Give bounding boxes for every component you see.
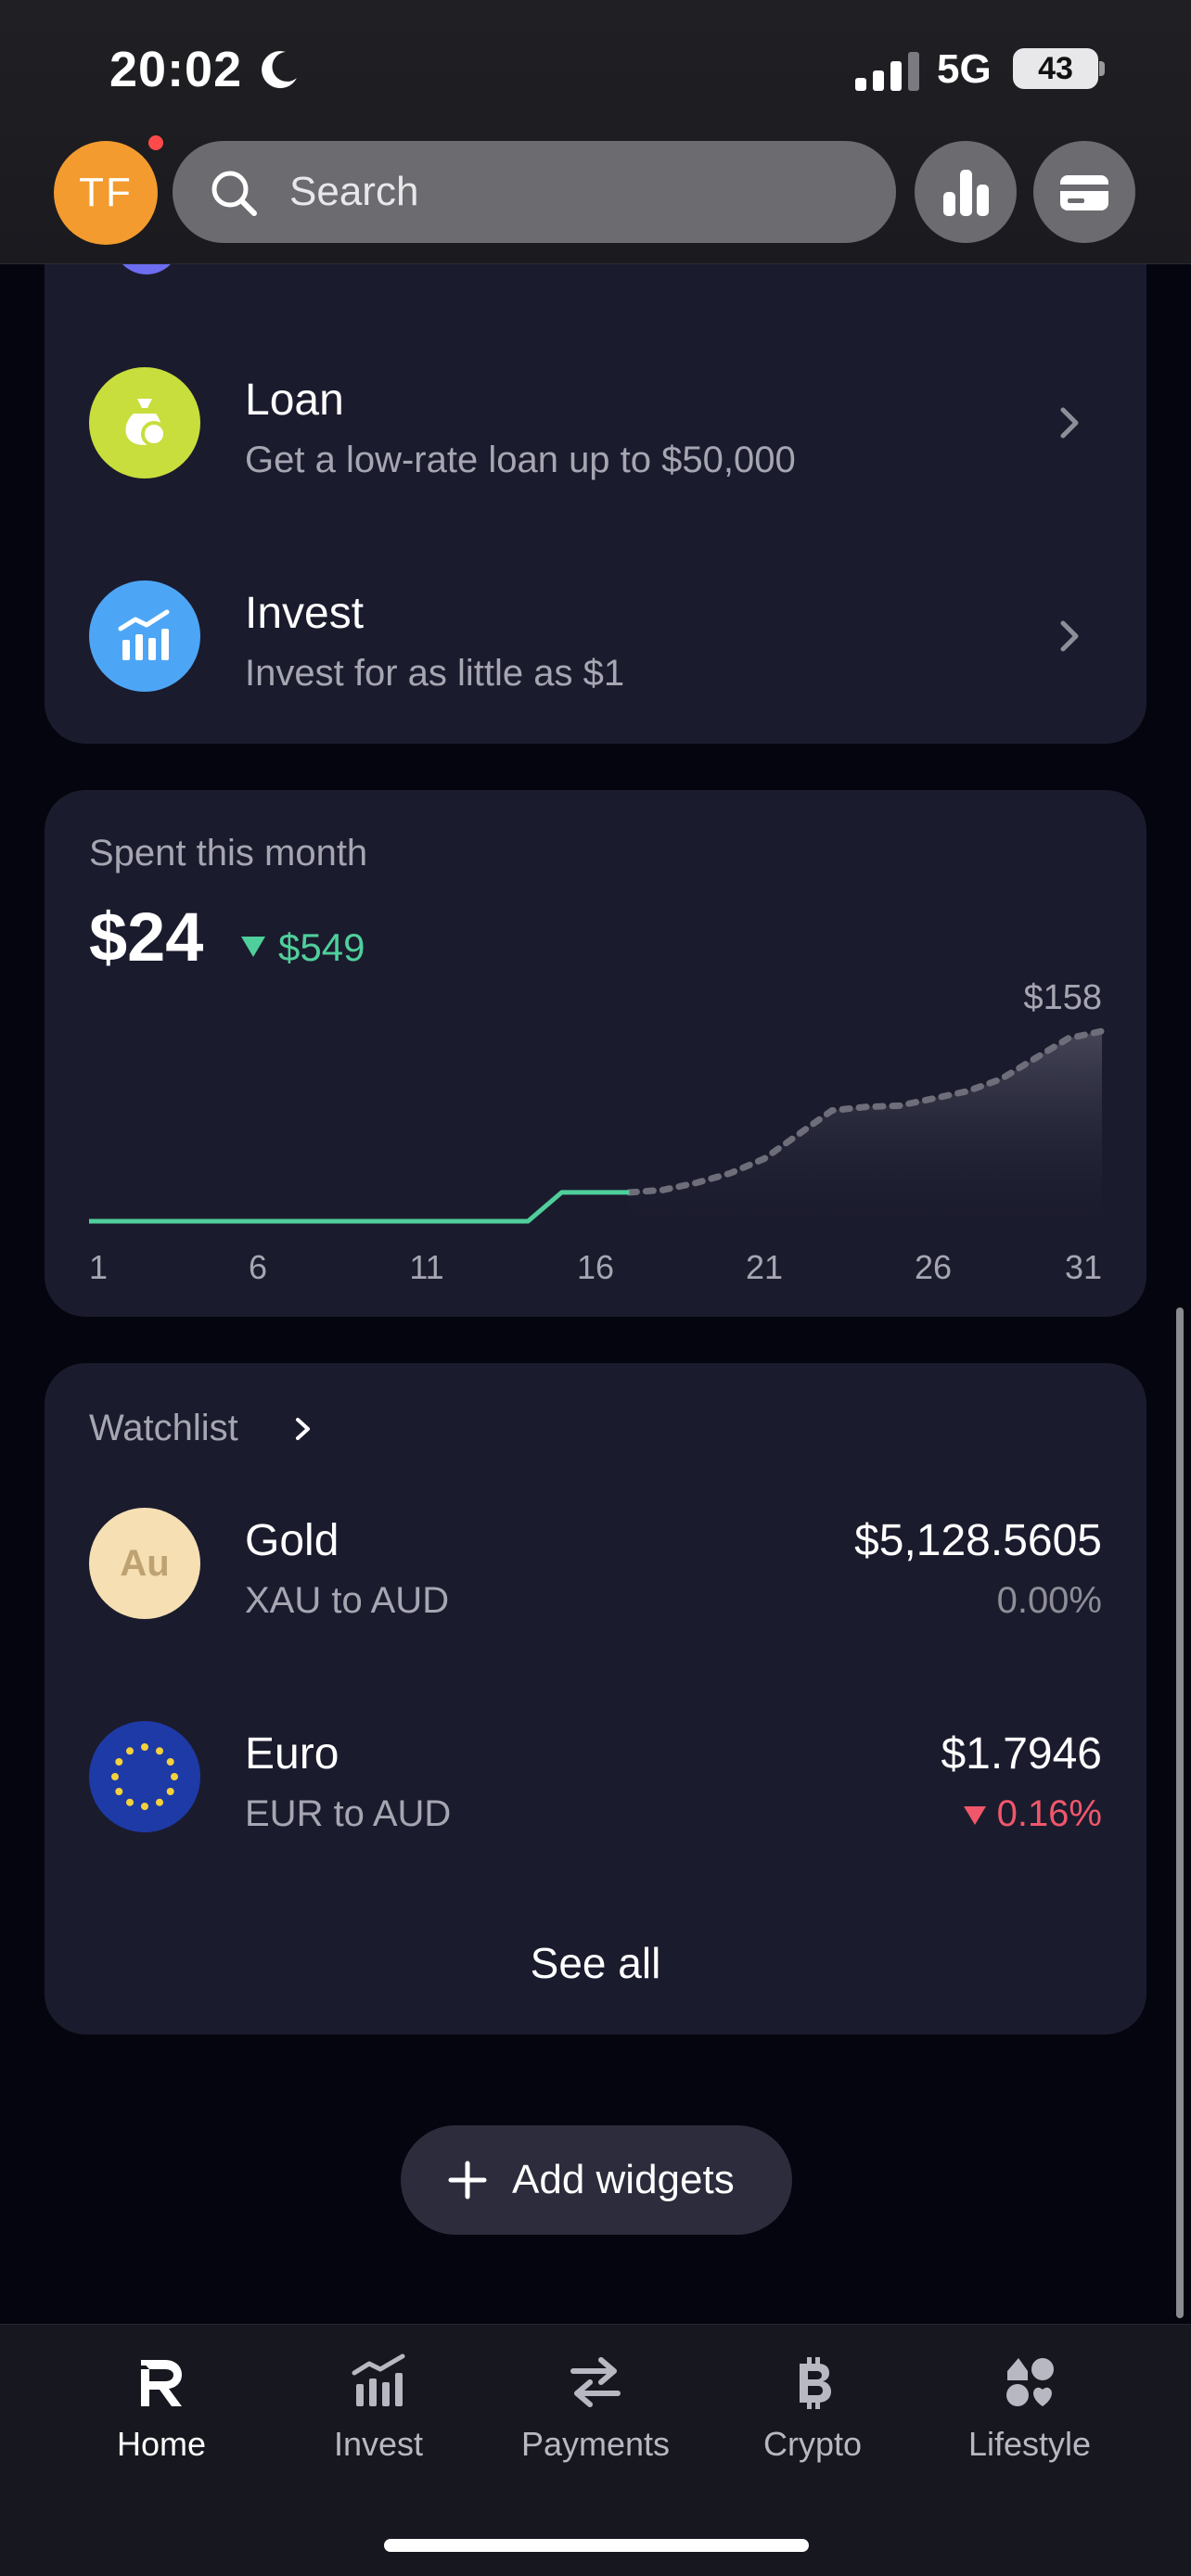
watchlist-header[interactable]: Watchlist [89, 1408, 238, 1449]
nav-home[interactable]: Home [69, 2353, 254, 2482]
card-icon [1060, 175, 1108, 210]
product-subtitle: Invest for as little as $1 [245, 653, 625, 694]
nav-label: Invest [333, 2425, 424, 2463]
product-subtitle: Get a low-rate loan up to $50,000 [245, 440, 796, 480]
chart-max-label: $158 [1023, 978, 1102, 1017]
battery-indicator: 43 [1013, 48, 1098, 89]
chevron-right-icon[interactable] [293, 1415, 314, 1443]
bar-chart-icon [118, 609, 170, 660]
spending-chart: $158 1 6 11 16 21 26 31 [89, 978, 1106, 1286]
nav-label: Lifestyle [967, 2425, 1092, 2463]
asset-name[interactable]: Gold [245, 1515, 339, 1566]
cards-button[interactable] [1033, 141, 1135, 243]
top-bar: 20:02 5G 43 TF Search [0, 0, 1191, 264]
scrollbar[interactable] [1176, 1307, 1184, 2318]
moon-icon [262, 51, 297, 89]
x-axis-ticks: 1 6 11 16 21 26 31 [89, 1248, 1102, 1286]
asset-price: $1.7946 [941, 1729, 1102, 1779]
nav-label: Crypto [762, 2425, 863, 2463]
home-indicator[interactable] [384, 2539, 809, 2552]
search-icon [211, 171, 257, 216]
asset-change: 0.16% [996, 1793, 1102, 1834]
add-widgets-button[interactable]: Add widgets [401, 2125, 792, 2235]
battery-tip [1099, 61, 1105, 76]
signal-icon [855, 52, 919, 91]
x-tick-label: 16 [577, 1248, 614, 1286]
invest-chart-icon [352, 2353, 405, 2406]
product-row-invest[interactable]: Invest Invest for as little as $1 [45, 553, 1146, 720]
product-row-loan[interactable]: Loan Get a low-rate loan up to $50,000 [45, 339, 1146, 506]
asset-name[interactable]: Euro [245, 1728, 339, 1779]
nav-crypto[interactable]: Crypto [720, 2353, 905, 2482]
money-bag-icon [125, 399, 167, 447]
plus-icon [448, 2161, 487, 2200]
x-tick-label: 26 [915, 1248, 952, 1286]
x-tick-label: 31 [1065, 1248, 1102, 1286]
asset-change: 0.00% [996, 1580, 1102, 1621]
chevron-right-icon [1060, 620, 1079, 652]
asset-change-row: 0.16% [963, 1793, 1102, 1835]
nav-lifestyle[interactable]: Lifestyle [937, 2353, 1122, 2482]
bitcoin-icon [800, 2357, 831, 2409]
asset-price: $5,128.5605 [854, 1516, 1102, 1565]
x-tick-label: 11 [409, 1248, 443, 1286]
notification-dot [148, 135, 163, 150]
search-bar[interactable]: Search [173, 141, 896, 243]
nav-label: Payments [520, 2425, 671, 2463]
nav-payments[interactable]: Payments [503, 2353, 688, 2482]
product-title: Invest [245, 589, 365, 638]
x-tick-label: 21 [746, 1248, 783, 1286]
spending-label: Spent this month [89, 833, 368, 874]
triangle-down-icon [963, 1806, 986, 1826]
asset-pair: EUR to AUD [245, 1793, 452, 1834]
lifestyle-grid-icon [1006, 2358, 1054, 2406]
spending-card[interactable]: Spent this month $24 $549 $158 1 6 11 16 21 2… [45, 790, 1146, 1317]
analytics-button[interactable] [915, 141, 1017, 243]
add-widgets-label: Add widgets [512, 2157, 735, 2202]
network-label: 5G [937, 46, 992, 92]
products-card: Loan Get a low-rate loan up to $50,000 I… [45, 185, 1146, 744]
product-title: Loan [245, 376, 344, 425]
eu-flag-icon [89, 1721, 200, 1832]
x-tick-label: 1 [89, 1248, 108, 1286]
see-all-button[interactable]: See all [45, 1938, 1146, 1988]
avatar[interactable]: TF [54, 141, 158, 245]
loan-icon-circle [89, 367, 200, 478]
search-placeholder: Search [289, 169, 419, 214]
app-screen: 20:02 5G 43 TF Search Loan Get a low-rat… [0, 0, 1191, 2576]
nav-label: Home [116, 2425, 207, 2463]
actual-line [89, 1190, 630, 1224]
chevron-right-icon [1060, 407, 1079, 439]
status-time: 20:02 [109, 42, 243, 97]
eu-stars [111, 1743, 178, 1810]
analytics-icon [943, 170, 989, 216]
invest-icon-circle [89, 580, 200, 692]
x-tick-label: 6 [249, 1248, 267, 1286]
revolut-r-icon [141, 2360, 182, 2406]
asset-pair: XAU to AUD [245, 1580, 450, 1621]
arrows-swap-icon [570, 2357, 621, 2407]
watchlist-card: Watchlist Au Gold XAU to AUD $5,128.5605… [45, 1363, 1146, 2034]
gold-icon: Au [89, 1508, 200, 1619]
nav-invest[interactable]: Invest [286, 2353, 471, 2482]
